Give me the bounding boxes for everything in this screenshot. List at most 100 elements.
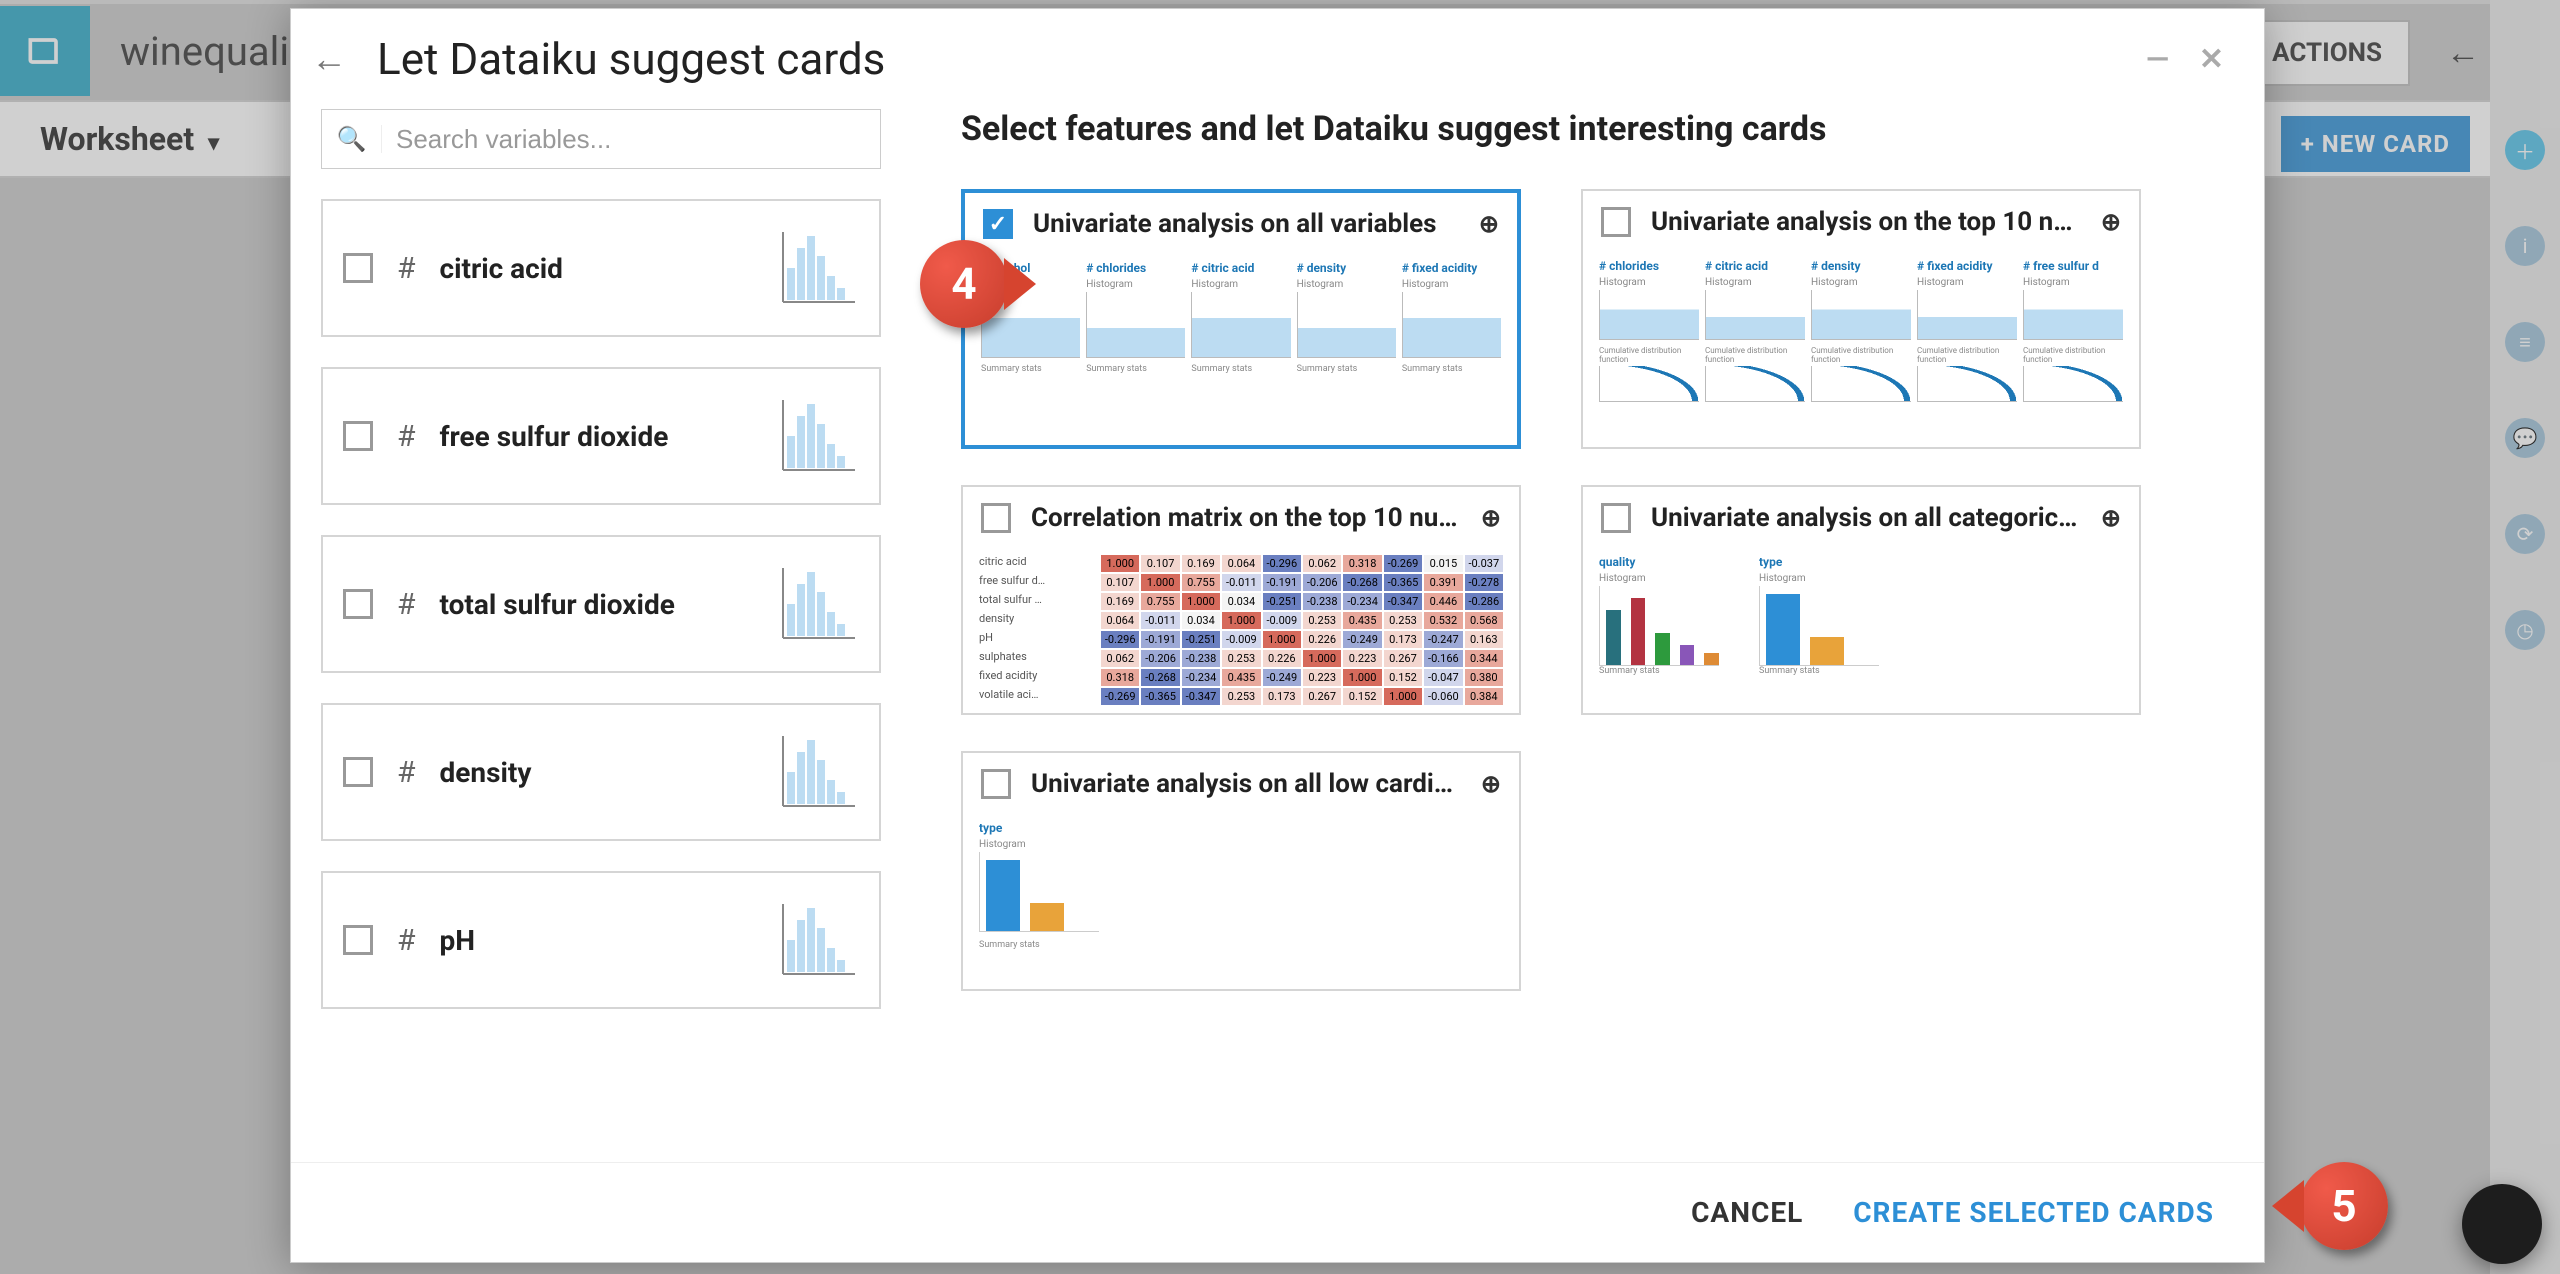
corr-cell: 0.107: [1101, 574, 1139, 591]
corr-cell: 0.267: [1303, 688, 1341, 705]
corr-cell: 0.253: [1384, 612, 1422, 629]
card-univariate-categorical[interactable]: Univariate analysis on all categoric… ⊕ …: [1581, 485, 2141, 715]
corr-cell: 0.755: [1141, 593, 1179, 610]
corr-cell: -0.060: [1424, 688, 1462, 705]
card-title: Correlation matrix on the top 10 nu…: [1031, 503, 1461, 533]
corr-cell: -0.037: [1465, 555, 1503, 572]
card-title: Univariate analysis on all categoric…: [1651, 503, 2081, 533]
variable-checkbox[interactable]: [343, 757, 373, 787]
corr-cell: 0.173: [1263, 688, 1301, 705]
back-arrow-icon[interactable]: ←: [311, 38, 347, 80]
corr-cell: -0.268: [1141, 669, 1179, 686]
variable-name: density: [439, 756, 755, 789]
suggestions-heading: Select features and let Dataiku suggest …: [961, 109, 2234, 149]
callout-5: 5: [2300, 1162, 2388, 1250]
search-variables[interactable]: 🔍: [321, 109, 881, 169]
magnify-icon[interactable]: ⊕: [1481, 504, 1501, 532]
corr-cell: 1.000: [1222, 612, 1260, 629]
corr-cell: -0.347: [1182, 688, 1220, 705]
type-icon: #: [397, 419, 415, 454]
corr-cell: -0.011: [1141, 612, 1179, 629]
variable-item[interactable]: # citric acid: [321, 199, 881, 337]
card-checkbox[interactable]: [1601, 207, 1631, 237]
create-selected-button[interactable]: CREATE SELECTED CARDS: [1853, 1196, 2214, 1229]
cancel-button[interactable]: CANCEL: [1691, 1196, 1803, 1229]
corr-cell: -0.296: [1263, 555, 1301, 572]
corr-cell: 0.034: [1182, 612, 1220, 629]
corr-cell: 0.169: [1182, 555, 1220, 572]
card-univariate-lowcard[interactable]: Univariate analysis on all low cardi… ⊕ …: [961, 751, 1521, 991]
corr-cell: -0.234: [1182, 669, 1220, 686]
corr-cell: -0.238: [1303, 593, 1341, 610]
corr-cell: 0.064: [1101, 612, 1139, 629]
corr-cell: 0.034: [1222, 593, 1260, 610]
corr-cell: 0.064: [1222, 555, 1260, 572]
variable-item[interactable]: # total sulfur dioxide: [321, 535, 881, 673]
close-icon[interactable]: ✕: [2199, 42, 2224, 77]
corr-cell: -0.365: [1384, 574, 1422, 591]
card-checkbox[interactable]: [981, 503, 1011, 533]
variable-item[interactable]: # free sulfur dioxide: [321, 367, 881, 505]
mini-histogram-icon: [779, 396, 859, 476]
card-checkbox[interactable]: [981, 769, 1011, 799]
card-univariate-top10[interactable]: Univariate analysis on the top 10 n… ⊕ #…: [1581, 189, 2141, 449]
corr-cell: -0.047: [1424, 669, 1462, 686]
magnify-icon[interactable]: ⊕: [2101, 504, 2121, 532]
corr-cell: 0.435: [1222, 669, 1260, 686]
card-title: Univariate analysis on all variables: [1033, 209, 1459, 239]
corr-cell: -0.247: [1424, 631, 1462, 648]
corr-cell: -0.191: [1141, 631, 1179, 648]
corr-cell: 0.318: [1343, 555, 1381, 572]
corr-cell: 0.163: [1465, 631, 1503, 648]
modal-title: Let Dataiku suggest cards: [377, 33, 885, 85]
card-title: Univariate analysis on the top 10 n…: [1651, 207, 2081, 237]
search-input[interactable]: [382, 124, 880, 155]
corr-cell: -0.268: [1343, 574, 1381, 591]
corr-cell: -0.286: [1465, 593, 1503, 610]
corr-row-header: volatile aci…: [979, 688, 1099, 705]
variable-checkbox[interactable]: [343, 589, 373, 619]
corr-cell: -0.251: [1182, 631, 1220, 648]
corr-cell: 0.446: [1424, 593, 1462, 610]
corr-cell: -0.365: [1141, 688, 1179, 705]
magnify-icon[interactable]: ⊕: [1479, 210, 1499, 238]
corr-cell: 0.391: [1424, 574, 1462, 591]
variable-item[interactable]: # pH: [321, 871, 881, 1009]
corr-cell: 1.000: [1263, 631, 1301, 648]
mini-histogram-icon: [779, 564, 859, 644]
corr-cell: -0.009: [1222, 631, 1260, 648]
corr-cell: 0.380: [1465, 669, 1503, 686]
corr-cell: 0.152: [1384, 669, 1422, 686]
magnify-icon[interactable]: ⊕: [1481, 770, 1501, 798]
variable-item[interactable]: # density: [321, 703, 881, 841]
type-icon: #: [397, 251, 415, 286]
magnify-icon[interactable]: ⊕: [2101, 208, 2121, 236]
corr-cell: 0.226: [1303, 631, 1341, 648]
intercom-icon[interactable]: [2462, 1184, 2542, 1264]
variable-name: pH: [439, 924, 755, 957]
corr-cell: -0.238: [1182, 650, 1220, 667]
variable-checkbox[interactable]: [343, 925, 373, 955]
modal-footer: CANCEL CREATE SELECTED CARDS: [291, 1162, 2264, 1262]
minimize-icon[interactable]: —: [2146, 42, 2169, 77]
corr-cell: -0.234: [1343, 593, 1381, 610]
corr-cell: 0.152: [1343, 688, 1381, 705]
corr-cell: -0.249: [1343, 631, 1381, 648]
card-univariate-all[interactable]: ✓ Univariate analysis on all variables ⊕…: [961, 189, 1521, 449]
corr-cell: -0.249: [1263, 669, 1301, 686]
mini-histogram-icon: [779, 900, 859, 980]
corr-row-header: citric acid: [979, 555, 1099, 572]
corr-cell: 0.015: [1424, 555, 1462, 572]
variable-checkbox[interactable]: [343, 253, 373, 283]
corr-cell: -0.278: [1465, 574, 1503, 591]
corr-row-header: density: [979, 612, 1099, 629]
corr-cell: 0.568: [1465, 612, 1503, 629]
card-checkbox[interactable]: [1601, 503, 1631, 533]
corr-cell: -0.011: [1222, 574, 1260, 591]
card-checkbox[interactable]: ✓: [983, 209, 1013, 239]
corr-cell: 0.169: [1101, 593, 1139, 610]
variable-checkbox[interactable]: [343, 421, 373, 451]
variable-name: total sulfur dioxide: [439, 588, 755, 621]
type-icon: #: [397, 923, 415, 958]
card-correlation-matrix[interactable]: Correlation matrix on the top 10 nu… ⊕ c…: [961, 485, 1521, 715]
